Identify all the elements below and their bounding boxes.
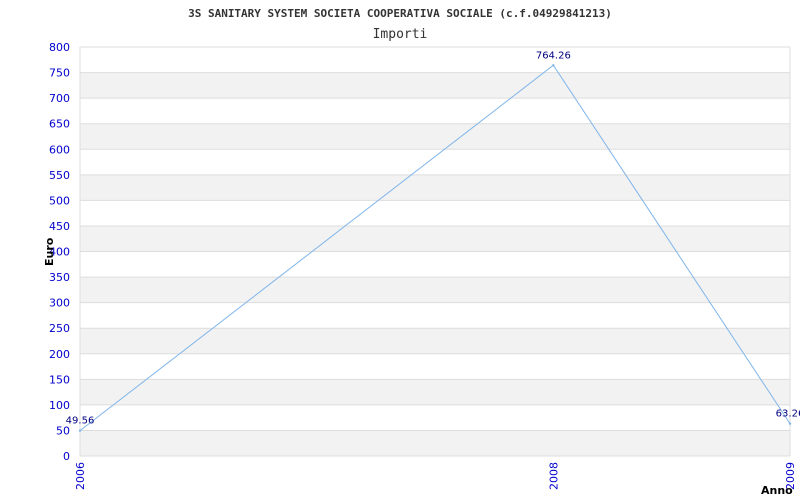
grid-band (80, 379, 790, 405)
y-tick-label: 250 (49, 322, 70, 335)
grid-band (80, 302, 790, 329)
y-tick-label: 700 (49, 92, 70, 105)
grid-band (80, 174, 790, 201)
grid-band (80, 225, 790, 252)
data-label: 49.56 (66, 416, 95, 427)
grid-band (80, 328, 790, 354)
data-label: 764.26 (536, 50, 571, 61)
grid-band (80, 404, 790, 431)
y-tick-label: 750 (49, 67, 70, 80)
x-tick-label: 2006 (74, 462, 87, 490)
grid-band (80, 430, 790, 456)
grid-band (80, 123, 790, 150)
y-tick-label: 450 (49, 220, 70, 233)
y-tick-label: 800 (49, 41, 70, 54)
grid-band (80, 98, 790, 124)
chart-subtitle: Importi (373, 27, 428, 42)
y-tick-label: 350 (49, 271, 70, 284)
x-axis-ticks: 2006 2008 2009 (74, 462, 797, 490)
data-point (78, 429, 82, 432)
y-tick-label: 650 (49, 118, 70, 131)
x-tick-label: 2008 (547, 462, 560, 490)
y-tick-label: 550 (49, 169, 70, 182)
grid-band (80, 251, 790, 278)
grid-band (80, 200, 790, 226)
data-point (552, 64, 555, 67)
y-tick-label: 500 (49, 194, 70, 207)
y-tick-label: 300 (49, 297, 70, 310)
y-tick-label: 100 (49, 399, 70, 412)
line-chart: 0501001502002503003504004505005506006507… (43, 7, 800, 497)
y-tick-label: 0 (63, 450, 70, 463)
grid-band (80, 72, 790, 99)
chart-title: 3S SANITARY SYSTEM SOCIETA COOPERATIVA S… (188, 7, 612, 20)
x-axis-label: Anno (761, 484, 793, 497)
y-axis-label: Euro (43, 237, 56, 266)
grid-band (80, 353, 790, 380)
grid-band (80, 47, 790, 73)
grid-band (80, 277, 790, 303)
data-label: 63.26 (776, 409, 800, 420)
grid-band (80, 149, 790, 175)
y-tick-label: 200 (49, 348, 70, 361)
data-point (788, 422, 792, 425)
y-tick-label: 150 (49, 373, 70, 386)
y-tick-label: 600 (49, 143, 70, 156)
